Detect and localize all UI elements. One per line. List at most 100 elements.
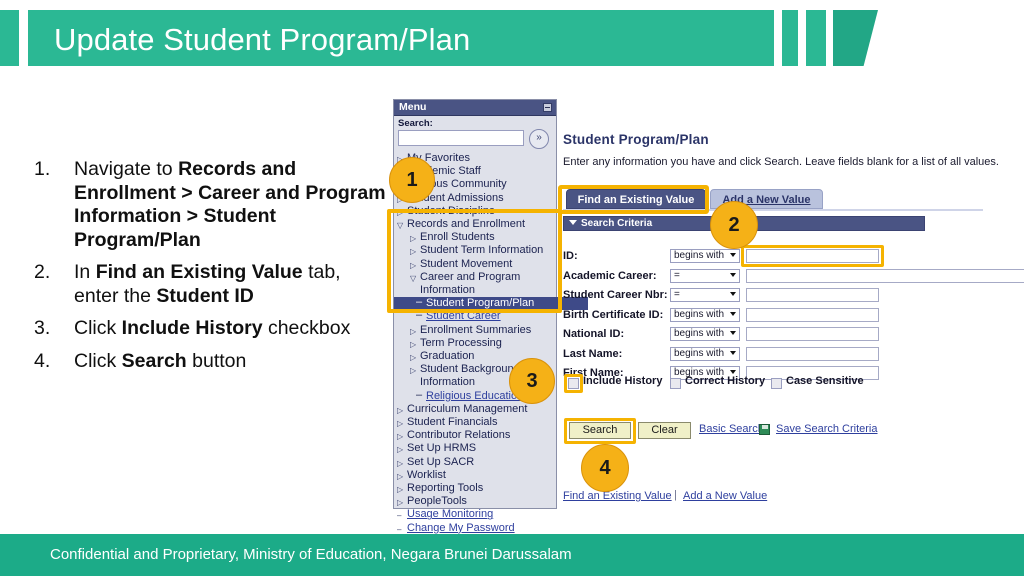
banner-accent-bar-left [0, 10, 19, 66]
menu-item-worklist[interactable]: ▷ Worklist [394, 469, 556, 482]
menu-search-label: Search: [398, 118, 433, 129]
value-input[interactable] [746, 346, 879, 361]
search-field-row: Birth Certificate ID: begins with [563, 307, 983, 325]
page-banner: Update Student Program/Plan [0, 10, 1024, 66]
search-criteria-label: Search Criteria [581, 218, 653, 229]
clear-button[interactable]: Clear [638, 422, 691, 439]
search-criteria-form: ID: begins with Academic Career: = Student C… [563, 245, 1024, 386]
menu-item-student-financials[interactable]: ▷ Student Financials [394, 416, 556, 429]
instruction-step-2: 2. In Find an Existing Value tab, enter … [30, 261, 390, 308]
step-text: In [74, 261, 96, 283]
menu-title-label: Menu [399, 101, 427, 113]
correct-history-checkbox[interactable] [670, 378, 681, 389]
menu-item-set-up-hrms[interactable]: ▷ Set Up HRMS [394, 442, 556, 455]
value-input[interactable] [746, 327, 879, 341]
operator-select[interactable]: begins with [670, 327, 740, 341]
step-badge-3: 3 [509, 358, 555, 404]
operator-select[interactable]: begins with [670, 307, 740, 322]
step-badge-4: 4 [581, 444, 629, 492]
id-field-highlight [741, 245, 884, 267]
include-history-label: Include History [583, 375, 663, 387]
basic-search-link[interactable]: Basic Search [699, 423, 764, 435]
value-select[interactable] [746, 268, 1024, 283]
search-field-row: Academic Career: = [563, 268, 1024, 286]
step-emphasis: Find an Existing Value [95, 261, 303, 283]
chevron-down-icon [730, 311, 736, 316]
menu-item-label: Enrollment Summaries [420, 323, 532, 336]
menu-search-input[interactable] [398, 130, 524, 146]
step-text: checkbox [262, 317, 351, 339]
save-disk-icon[interactable] [759, 424, 770, 435]
chevron-down-icon [730, 331, 736, 335]
menu-item-label: PeopleTools [407, 495, 467, 508]
content-instruction: Enter any information you have and click… [563, 156, 999, 168]
operator-select[interactable]: begins with [670, 346, 740, 361]
step-emphasis: Search [121, 349, 187, 372]
banner-accent-bar-2 [782, 10, 798, 66]
minimize-icon[interactable] [543, 103, 552, 112]
peoplesoft-content-header: Student Program/Plan Enter any informati… [563, 132, 999, 168]
instruction-steps-list: 1. Navigate to Records and Enrollment > C… [30, 158, 390, 382]
content-title: Student Program/Plan [563, 132, 709, 147]
menu-item-label: Religious Education [426, 389, 524, 402]
step-text: button [186, 349, 247, 372]
case-sensitive-checkbox[interactable] [771, 378, 782, 389]
banner-accent-bar-3 [806, 10, 826, 66]
search-field-row: Student Career Nbr: = [563, 288, 983, 305]
menu-item-reporting-tools[interactable]: ▷ Reporting Tools [394, 482, 556, 495]
step-text: Click [74, 349, 122, 372]
operator-select[interactable]: = [670, 268, 740, 283]
instruction-step-1: 1. Navigate to Records and Enrollment > C… [30, 158, 390, 252]
menu-item-peopletools[interactable]: ▷ PeopleTools [394, 495, 556, 508]
menu-item-term-processing[interactable]: ▷ Term Processing [394, 337, 556, 350]
operator-select[interactable]: begins with [670, 249, 740, 263]
search-go-icon[interactable]: » [529, 129, 549, 149]
menu-item-enrollment-summaries[interactable]: ▷ Enrollment Summaries [394, 324, 556, 337]
menu-item-label: Set Up HRMS [407, 442, 477, 455]
include-history-highlight [564, 374, 583, 393]
menu-leaf-dash-icon: – [416, 388, 423, 401]
step-emphasis: Include History [121, 317, 263, 339]
menu-item-label: Usage Monitoring [407, 508, 494, 521]
value-input[interactable] [746, 307, 879, 322]
chevron-down-icon [730, 272, 736, 277]
menu-item-usage-monitoring[interactable]: – Usage Monitoring [394, 508, 556, 521]
step-text: Click [74, 317, 122, 339]
page-footer: Confidential and Proprietary, Ministry o… [0, 534, 1024, 576]
tab-highlight-box [558, 185, 709, 214]
field-label: Birth Certificate ID: [563, 308, 664, 321]
bottom-find-existing-value-link[interactable]: Find an Existing Value [563, 490, 672, 502]
menu-item-label: Student Financials [407, 416, 498, 429]
menu-item-label: Curriculum Management [407, 402, 528, 415]
menu-item-label: Change My Password [407, 521, 515, 534]
chevron-down-icon [730, 292, 736, 296]
save-search-criteria-link[interactable]: Save Search Criteria [776, 423, 878, 435]
chevron-down-icon [730, 350, 736, 355]
menu-item-curriculum-management[interactable]: ▷ Curriculum Management [394, 403, 556, 416]
field-label: Student Career Nbr: [563, 289, 668, 301]
search-button-highlight [564, 418, 636, 444]
field-label: Last Name: [563, 347, 623, 360]
menu-item-label: Worklist [407, 468, 446, 481]
field-label: National ID: [563, 328, 625, 340]
menu-item-contributor-relations[interactable]: ▷ Contributor Relations [394, 429, 556, 442]
bottom-add-new-value-link[interactable]: Add a New Value [683, 490, 767, 502]
footer-text: Confidential and Proprietary, Ministry o… [50, 546, 572, 563]
operator-select[interactable]: = [670, 288, 740, 302]
checkbox-row: Include History Correct History Case Sen… [563, 374, 983, 393]
menu-item-label: Graduation [420, 350, 475, 363]
step-number: 3. [34, 317, 51, 339]
bottom-links-separator: | [674, 489, 677, 501]
menu-item-change-my-password[interactable]: – Change My Password [394, 522, 556, 535]
bottom-links-row: Find an Existing Value | Add a New Value [563, 489, 983, 506]
step-text: Navigate to [74, 158, 179, 180]
menu-item-set-up-sacr[interactable]: ▷ Set Up SACR [394, 456, 556, 469]
search-field-row: ID: begins with [563, 245, 983, 267]
menu-item-label: Term Processing [420, 336, 502, 349]
value-input[interactable] [746, 288, 879, 302]
banner-wedge-shape [833, 10, 878, 66]
field-label: ID: [563, 250, 578, 262]
correct-history-label: Correct History [685, 375, 766, 387]
step-number: 2. [34, 261, 51, 283]
step-badge-2: 2 [710, 201, 758, 249]
